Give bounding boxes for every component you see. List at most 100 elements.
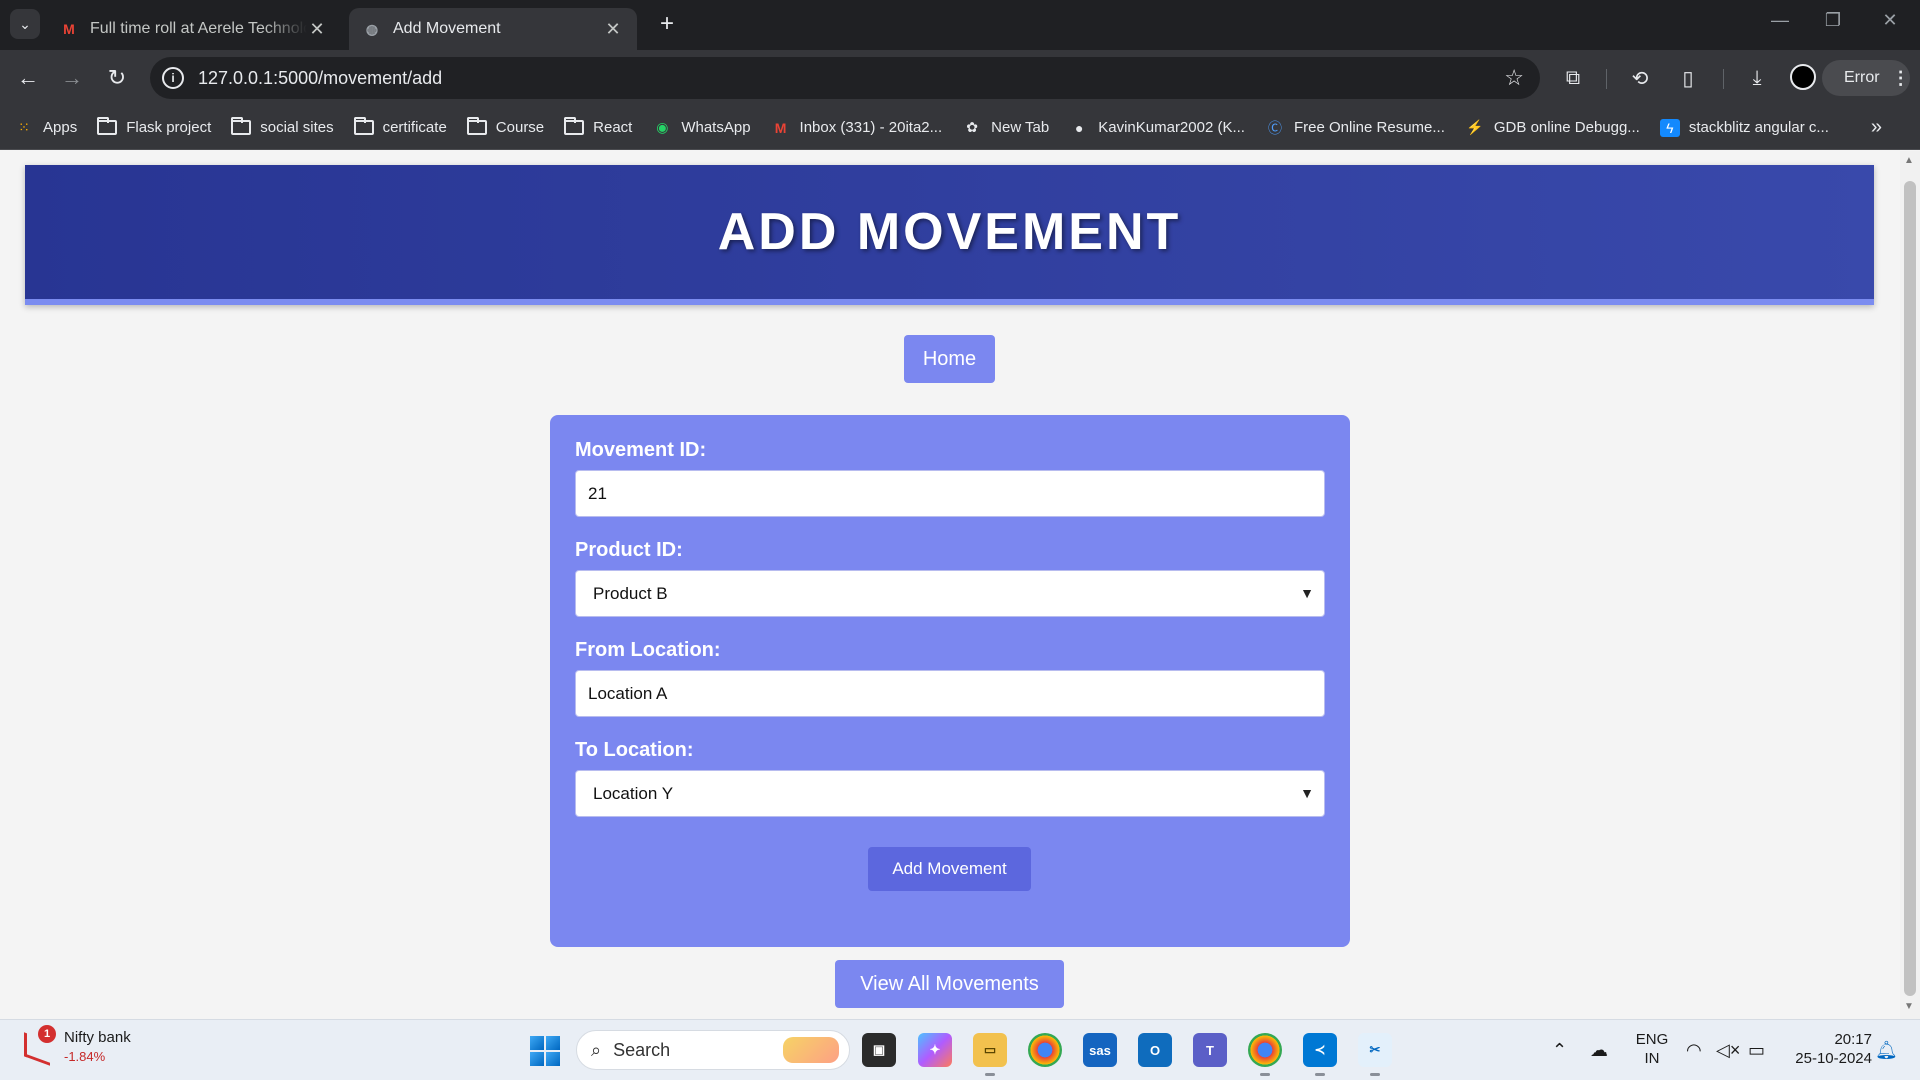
bookmark-new-tab[interactable]: ✿ New Tab [962, 119, 1049, 137]
page-title: ADD MOVEMENT [717, 203, 1182, 261]
history-icon[interactable]: ⟲ [1626, 64, 1654, 92]
home-button[interactable]: Home [904, 335, 995, 383]
to-location-selected: Location Y [593, 783, 674, 803]
tab-title: Full time roll at Aerele Technolo [90, 20, 307, 37]
windows-taskbar: 1 Nifty bank -1.84% ⌕ Search ▣ ✦ ▭ sas O… [0, 1019, 1920, 1080]
onedrive-icon[interactable]: ☁ [1590, 1040, 1608, 1061]
file-explorer-icon[interactable]: ▭ [973, 1033, 1007, 1076]
bookmark-label: social sites [260, 119, 334, 136]
volume-muted-icon[interactable]: ◁× [1716, 1040, 1740, 1061]
apps-grid-icon: ⁙ [18, 119, 30, 135]
bookmark-gdb[interactable]: ⚡ GDB online Debugg... [1465, 119, 1640, 137]
sas-icon[interactable]: sas [1083, 1033, 1117, 1067]
chrome-icon[interactable] [1028, 1033, 1062, 1067]
language-indicator[interactable]: ENG IN [1634, 1030, 1670, 1068]
bookmark-label: Inbox (331) - 20ita2... [799, 119, 943, 136]
globe-icon: ◍ [365, 20, 379, 37]
reading-mode-icon[interactable]: ▯ [1674, 64, 1702, 92]
bookmarks-bar: ⁙ Apps Flask project social sites certif… [0, 106, 1920, 150]
site-info-icon[interactable]: i [162, 67, 184, 89]
forward-icon[interactable]: → [58, 64, 86, 92]
gmail-icon: M [774, 119, 787, 136]
to-location-select[interactable]: Location Y ▼ [575, 770, 1325, 817]
whatsapp-icon: ◉ [656, 119, 669, 135]
product-id-select[interactable]: Product B ▼ [575, 570, 1325, 617]
bookmark-star-icon[interactable]: ☆ [1504, 65, 1524, 91]
stock-chart-icon: 1 [20, 1025, 56, 1066]
tab-gmail[interactable]: M Full time roll at Aerele Technolo ✕ [46, 8, 341, 50]
more-bookmarks-icon[interactable]: » [1871, 116, 1882, 139]
bookmark-label: Flask project [126, 119, 212, 136]
bookmark-apps[interactable]: ⁙ Apps [14, 119, 77, 137]
bookmark-label: certificate [382, 119, 447, 136]
snipping-tool-icon[interactable]: ✂ [1358, 1033, 1392, 1076]
scroll-up-icon[interactable]: ▲ [1904, 155, 1914, 166]
profile-error-button[interactable]: Error ⋮ [1822, 60, 1910, 96]
teams-icon[interactable]: T [1193, 1033, 1227, 1067]
bookmark-whatsapp[interactable]: ◉ WhatsApp [652, 119, 750, 137]
taskbar-search[interactable]: ⌕ Search [576, 1030, 850, 1070]
scroll-down-icon[interactable]: ▼ [1904, 1001, 1914, 1012]
view-all-movements-button[interactable]: View All Movements [835, 960, 1064, 1008]
restore-icon[interactable]: ❐ [1813, 10, 1853, 31]
chrome-profile-icon[interactable] [1248, 1033, 1282, 1076]
tab-search-button[interactable]: ⌄ [10, 9, 40, 39]
product-id-selected: Product B [593, 583, 668, 603]
close-tab-icon[interactable]: ✕ [603, 19, 623, 40]
movement-id-value: 21 [588, 483, 607, 503]
chatgpt-icon: ✿ [966, 119, 978, 135]
from-location-label: From Location: [575, 639, 721, 661]
scrollbar-thumb[interactable] [1904, 181, 1916, 996]
bookmark-flask-project[interactable]: Flask project [97, 117, 212, 136]
bookmark-inbox[interactable]: M Inbox (331) - 20ita2... [771, 119, 943, 137]
sas-label: sas [1089, 1042, 1111, 1058]
bookmark-social-sites[interactable]: social sites [231, 117, 334, 136]
outlook-icon[interactable]: O [1138, 1033, 1172, 1067]
minimize-icon[interactable]: — [1760, 10, 1800, 31]
movement-id-label: Movement ID: [575, 439, 707, 461]
widget-name: Nifty bank [64, 1029, 131, 1046]
bookmark-certificate[interactable]: certificate [353, 117, 447, 136]
download-icon[interactable]: ⤓ [1743, 64, 1771, 92]
bookmark-label: KavinKumar2002 (K... [1098, 119, 1245, 136]
notification-bell-icon[interactable]: 🔔︎ [1875, 1040, 1898, 1061]
bookmark-github[interactable]: ● KavinKumar2002 (K... [1069, 119, 1245, 137]
tab-add-movement[interactable]: ◍ Add Movement ✕ [349, 8, 637, 50]
address-bar[interactable]: i 127.0.0.1:5000/movement/add ☆ [150, 57, 1540, 99]
close-window-icon[interactable]: ✕ [1870, 10, 1910, 31]
from-location-value: Location A [588, 683, 668, 703]
page-scrollbar[interactable]: ▲ ▼ [1900, 151, 1920, 1019]
bookmark-react[interactable]: React [564, 117, 632, 136]
show-hidden-icons-icon[interactable]: ⌃ [1552, 1040, 1567, 1061]
windows-start-icon[interactable] [530, 1036, 560, 1066]
bookmark-label: Apps [43, 119, 78, 136]
widget-value: -1.84% [64, 1049, 106, 1064]
bookmark-stackblitz[interactable]: ϟ stackblitz angular c... [1659, 118, 1829, 137]
vscode-icon[interactable]: ≺ [1303, 1033, 1337, 1076]
movement-id-input[interactable]: 21 [575, 470, 1325, 517]
bookmark-course[interactable]: Course [466, 117, 544, 136]
add-movement-button[interactable]: Add Movement [868, 847, 1031, 891]
copilot-icon[interactable]: ✦ [918, 1033, 952, 1067]
close-tab-icon[interactable]: ✕ [307, 19, 327, 40]
task-view-icon[interactable]: ▣ [862, 1033, 896, 1067]
search-icon: ⌕ [591, 1039, 602, 1060]
reload-icon[interactable]: ↻ [103, 64, 131, 92]
stock-widget[interactable]: 1 Nifty bank -1.84% [20, 1025, 131, 1066]
folder-icon [564, 117, 585, 135]
gmail-icon: M [63, 21, 75, 37]
back-icon[interactable]: ← [14, 64, 42, 92]
wifi-icon[interactable]: ◠ [1686, 1040, 1702, 1061]
bookmark-label: WhatsApp [681, 119, 751, 136]
extensions-icon[interactable]: ⧉ [1559, 64, 1587, 92]
clock[interactable]: 20:17 25-10-2024 [1782, 1030, 1872, 1068]
folder-icon [231, 117, 252, 135]
new-tab-button[interactable]: + [652, 10, 682, 38]
url-text[interactable]: 127.0.0.1:5000/movement/add [198, 68, 1504, 89]
language-bottom: IN [1644, 1050, 1660, 1067]
folder-icon [466, 117, 487, 135]
profile-avatar-icon[interactable] [1790, 64, 1816, 90]
bookmark-resume[interactable]: Ⓒ Free Online Resume... [1265, 119, 1445, 137]
from-location-input[interactable]: Location A [575, 670, 1325, 717]
battery-icon[interactable]: ▭ [1748, 1040, 1765, 1061]
